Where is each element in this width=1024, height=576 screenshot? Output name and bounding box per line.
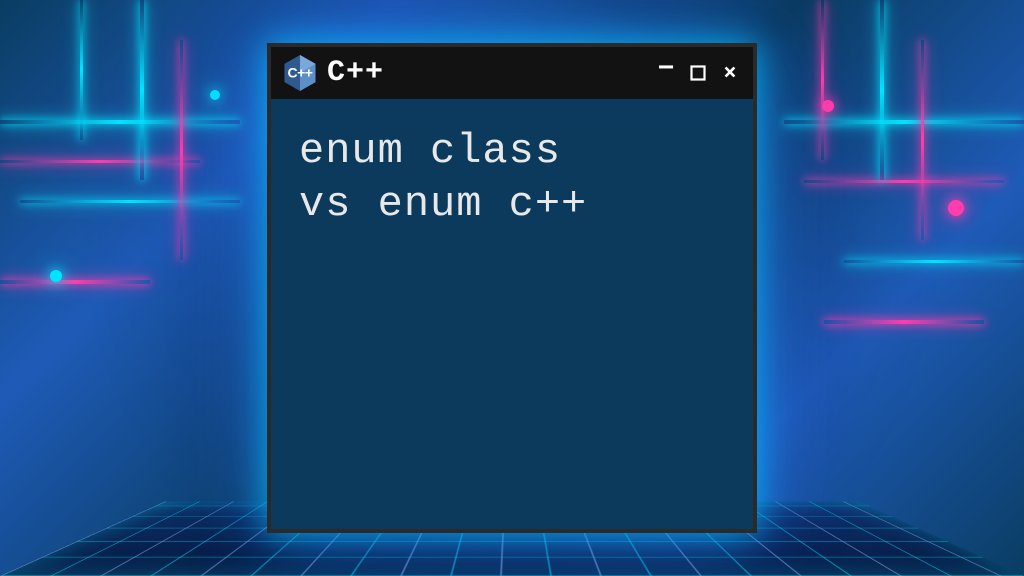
window-body: enum class vs enum c++: [271, 99, 753, 256]
circuit-line: [824, 320, 984, 324]
circuit-line: [844, 260, 1024, 263]
terminal-window: C++ C++ − × enum class vs enum c++: [267, 43, 757, 533]
close-button[interactable]: ×: [719, 62, 741, 84]
minimize-button[interactable]: −: [655, 62, 677, 84]
circuit-line: [921, 40, 924, 240]
cpp-logo-text: C++: [288, 65, 313, 81]
circuit-line: [0, 120, 240, 124]
window-controls: − ×: [655, 62, 741, 84]
circuit-line: [784, 120, 1024, 124]
circuit-line: [821, 0, 824, 160]
content-line-2: vs enum c++: [299, 178, 725, 231]
neon-dot: [948, 200, 964, 216]
content-line-1: enum class: [299, 125, 725, 178]
circuit-line: [20, 200, 240, 203]
circuit-line: [0, 280, 150, 284]
titlebar[interactable]: C++ C++ − ×: [271, 47, 753, 99]
window-title: C++: [327, 56, 645, 90]
maximize-button[interactable]: [687, 62, 709, 84]
circuit-line: [804, 180, 1004, 183]
neon-dot: [822, 100, 834, 112]
neon-dot: [210, 90, 220, 100]
neon-dot: [50, 270, 62, 282]
circuit-line: [140, 0, 144, 180]
circuit-line: [880, 0, 884, 180]
circuit-line: [80, 0, 83, 140]
circuit-line: [0, 160, 200, 163]
cpp-logo-icon: C++: [283, 54, 317, 92]
circuit-line: [180, 40, 183, 260]
